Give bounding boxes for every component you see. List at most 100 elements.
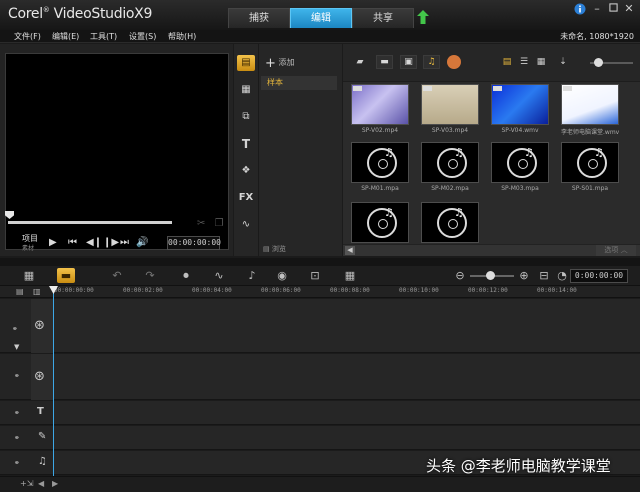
show-photos-icon[interactable]: ▣ xyxy=(400,55,417,69)
next-frame-icon[interactable]: ❙▶ xyxy=(103,237,119,249)
minimize-icon[interactable]: – xyxy=(591,3,603,15)
previous-frame-icon[interactable]: ◀❙ xyxy=(86,237,102,249)
grid-view-icon[interactable]: ▦ xyxy=(534,56,548,68)
info-icon[interactable] xyxy=(574,3,586,15)
undo-icon[interactable]: ↶ xyxy=(108,268,126,283)
sort-icon[interactable]: ⇣ xyxy=(556,56,570,68)
audio-thumbnail[interactable]: ♫ xyxy=(561,142,619,183)
timeline-timecode[interactable]: 0:00:00:00 xyxy=(570,269,628,283)
fx-filter-icon[interactable]: FX xyxy=(237,190,255,206)
zoom-in-icon[interactable]: ⊕ xyxy=(515,268,533,283)
browse-button[interactable]: ▤ 浏览 xyxy=(263,244,286,254)
sound-mixer-icon[interactable]: ∿ xyxy=(210,268,228,283)
audio-thumbnail[interactable]: ♫ xyxy=(421,202,479,243)
path-icon[interactable]: ∿ xyxy=(237,217,255,233)
overlay-toggle-icon[interactable]: ⚭ xyxy=(14,372,20,380)
video-thumbnail[interactable] xyxy=(421,84,479,125)
tab-capture[interactable]: 捕获 xyxy=(228,8,290,28)
menu-help[interactable]: 帮助(H) xyxy=(168,30,196,43)
title-toggle-icon[interactable]: ⚭ xyxy=(14,409,20,417)
show-videos-icon[interactable]: ▬ xyxy=(376,55,393,69)
audio-thumbnail[interactable]: ♫ xyxy=(421,142,479,183)
folder-sample[interactable]: 样本 xyxy=(261,76,337,90)
fit-project-icon[interactable]: ⊟ xyxy=(535,268,553,283)
menu-settings[interactable]: 设置(S) xyxy=(129,30,156,43)
scissors-icon[interactable]: ✂ xyxy=(197,218,205,229)
folder-icon[interactable]: ▰ xyxy=(353,56,367,68)
media-thumbnail[interactable]: 李老师电脑课堂.wmv xyxy=(561,84,619,136)
chapter-marker-icon[interactable]: ▥ xyxy=(33,287,41,296)
video-track[interactable] xyxy=(54,299,640,353)
tab-share[interactable]: 共享 xyxy=(352,8,414,28)
video-track-header[interactable]: ⚭ ▼ ⊛ xyxy=(0,299,53,353)
add-folder-button[interactable]: + 添加 xyxy=(265,56,294,71)
thumbnail-view-icon[interactable]: ▤ xyxy=(500,56,514,68)
multi-camera-icon[interactable]: ▦ xyxy=(341,268,359,283)
close-icon[interactable]: ✕ xyxy=(623,3,635,15)
voice-track-header[interactable]: ⚭ ✎ xyxy=(0,426,53,450)
timeline-ruler[interactable]: ▤ ▥ 00:00:00:00 00:00:02:00 00:00:04:00 00:… xyxy=(0,286,640,298)
audio-thumbnail[interactable]: ♫ xyxy=(491,142,549,183)
video-thumbnail[interactable] xyxy=(491,84,549,125)
add-track-icon[interactable]: +⇲ xyxy=(20,479,33,488)
motion-tracking-icon[interactable]: ◉ xyxy=(273,268,291,283)
go-to-start-icon[interactable]: ⏮ xyxy=(68,237,77,249)
tab-edit[interactable]: 编辑 xyxy=(290,8,352,28)
overlay-track[interactable] xyxy=(54,354,640,400)
auto-music-icon[interactable]: ♪ xyxy=(243,268,261,283)
menu-edit[interactable]: 编辑(E) xyxy=(52,30,79,43)
media-thumbnail[interactable]: ♫ SP-S01.mpa xyxy=(561,142,619,192)
audio-thumbnail[interactable]: ♫ xyxy=(351,202,409,243)
copy-icon[interactable]: ❐ xyxy=(215,218,224,229)
instant-project-icon[interactable]: ▦ xyxy=(237,82,255,98)
video-thumbnail[interactable] xyxy=(561,84,619,125)
thumbnail-size-knob[interactable] xyxy=(594,58,603,67)
player-timecode[interactable]: 00:00:00:00 xyxy=(167,236,221,250)
scroll-left-icon[interactable]: ◀ xyxy=(38,479,44,488)
title-track-header[interactable]: ⚭ T xyxy=(0,401,53,425)
zoom-out-icon[interactable]: ⊖ xyxy=(451,268,469,283)
track-expand-icon[interactable]: ▼ xyxy=(14,343,19,351)
overlay-track-header[interactable]: ⚭ ⊛ xyxy=(0,354,53,400)
collapse-library-icon[interactable]: ◀ xyxy=(345,246,355,255)
zoom-knob[interactable] xyxy=(486,271,495,280)
music-toggle-icon[interactable]: ⚭ xyxy=(14,459,20,467)
media-library-icon[interactable]: ▤ xyxy=(237,55,255,71)
media-thumbnail[interactable]: SP-V04.wmv xyxy=(491,84,549,134)
title-track[interactable] xyxy=(54,401,640,425)
clip-mode-label[interactable]: 素材 xyxy=(22,243,34,252)
menu-tools[interactable]: 工具(T) xyxy=(90,30,117,43)
go-to-end-icon[interactable]: ⏭ xyxy=(120,237,129,249)
audio-thumbnail[interactable]: ♫ xyxy=(351,142,409,183)
graphics-icon[interactable]: ❖ xyxy=(237,163,255,179)
transition-icon[interactable]: ⧉ xyxy=(237,109,255,125)
media-thumbnail[interactable]: ♫ SP-M01.mpa xyxy=(351,142,409,192)
show-audio-icon[interactable]: ♫ xyxy=(423,55,440,69)
media-thumbnail[interactable]: ♫ xyxy=(421,202,479,243)
trim-markers[interactable]: ✂ ❐ xyxy=(197,218,227,230)
record-capture-icon[interactable]: ⏺ xyxy=(177,268,195,283)
media-thumbnail[interactable]: ♫ SP-M02.mpa xyxy=(421,142,479,192)
title-icon[interactable]: T xyxy=(237,136,255,152)
options-button[interactable]: 选项 ︿ xyxy=(596,245,636,256)
voice-toggle-icon[interactable]: ⚭ xyxy=(14,434,20,442)
list-view-icon[interactable]: ☰ xyxy=(517,56,531,68)
track-toggle-icon[interactable]: ⚭ xyxy=(12,325,18,333)
storyboard-view-icon[interactable]: ▦ xyxy=(20,268,38,283)
media-thumbnail[interactable]: SP-V03.mp4 xyxy=(421,84,479,134)
play-icon[interactable]: ▶ xyxy=(49,237,57,249)
get-more-icon[interactable] xyxy=(447,55,461,69)
redo-icon[interactable]: ↷ xyxy=(141,268,159,283)
video-thumbnail[interactable] xyxy=(351,84,409,125)
timeline-view-icon[interactable]: ▬ xyxy=(57,268,75,283)
voice-track[interactable] xyxy=(54,426,640,450)
volume-icon[interactable]: 🔊 xyxy=(136,237,148,249)
media-thumbnail[interactable]: SP-V02.mp4 xyxy=(351,84,409,134)
scroll-right-icon[interactable]: ▶ xyxy=(52,479,58,488)
media-thumbnail[interactable]: ♫ xyxy=(351,202,409,243)
track-manager-icon[interactable]: ▤ xyxy=(16,287,24,296)
upload-arrow-icon[interactable] xyxy=(417,10,429,24)
duration-icon[interactable]: ◔ xyxy=(553,268,571,283)
scrub-bar[interactable] xyxy=(8,221,172,224)
subtitle-editor-icon[interactable]: ⊡ xyxy=(306,268,324,283)
